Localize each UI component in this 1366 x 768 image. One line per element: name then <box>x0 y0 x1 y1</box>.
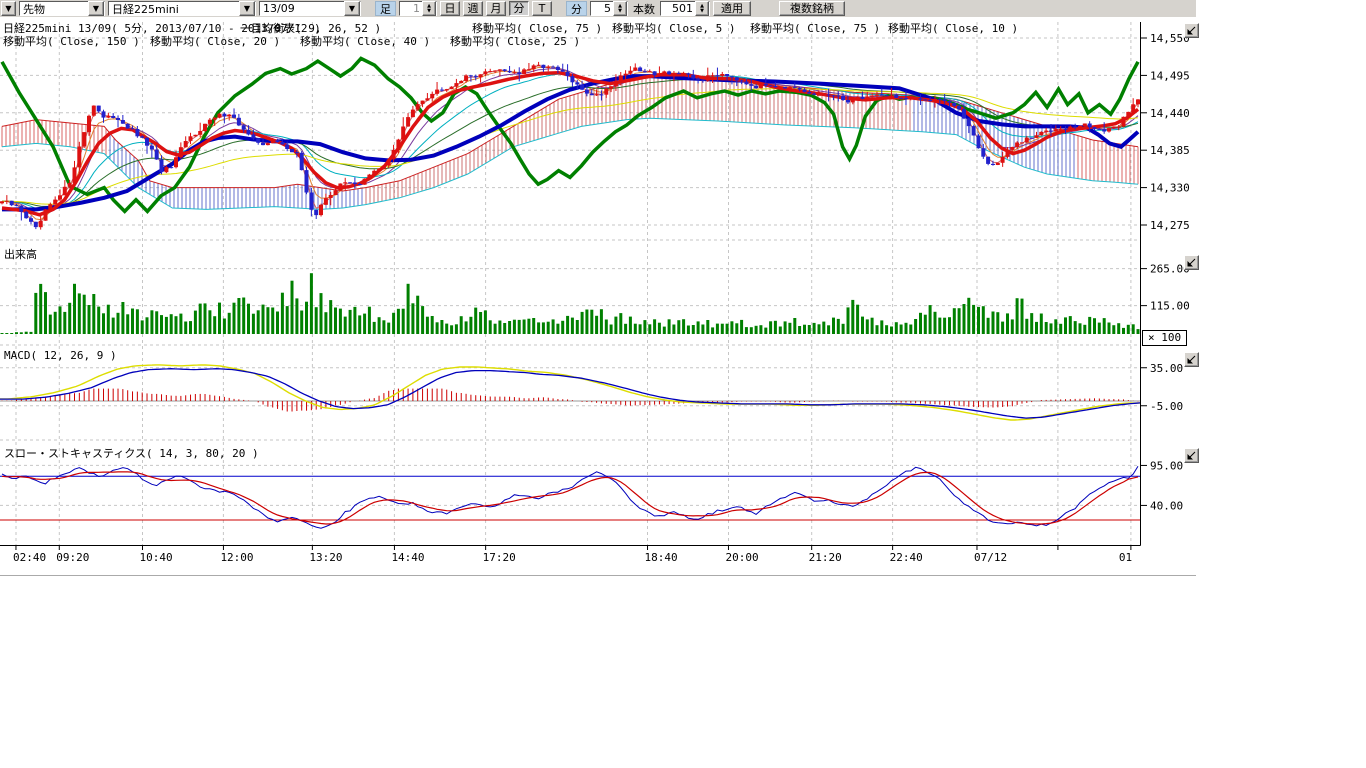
legend-ma40: 移動平均( Close, 40 ) <box>300 33 430 49</box>
svg-text:22:40: 22:40 <box>890 551 923 564</box>
svg-text:12:00: 12:00 <box>220 551 253 564</box>
volume-pane-menu-button[interactable] <box>1184 255 1199 270</box>
svg-text:18:40: 18:40 <box>645 551 678 564</box>
macd-histogram <box>2 389 1138 412</box>
svg-text:20:00: 20:00 <box>725 551 758 564</box>
svg-text:13:20: 13:20 <box>309 551 342 564</box>
macd-pane-title: MACD( 12, 26, 9 ) <box>4 349 117 362</box>
svg-text:14:40: 14:40 <box>391 551 424 564</box>
diagonal-arrow-icon <box>1187 26 1196 35</box>
svg-text:09:20: 09:20 <box>56 551 89 564</box>
svg-text:07/12: 07/12 <box>974 551 1007 564</box>
stochastics-pane-title: スロー・ストキャスティクス( 14, 3, 80, 20 ) <box>4 445 259 461</box>
svg-text:21:20: 21:20 <box>809 551 842 564</box>
svg-text:95.00: 95.00 <box>1150 459 1183 472</box>
svg-text:14,385: 14,385 <box>1150 144 1190 157</box>
svg-text:14,330: 14,330 <box>1150 182 1190 195</box>
legend-ma20: 移動平均( Close, 20 ) <box>150 33 280 49</box>
macd-pane-menu-button[interactable] <box>1184 352 1199 367</box>
price-pane-menu-button[interactable] <box>1184 23 1199 38</box>
svg-text:17:20: 17:20 <box>483 551 516 564</box>
legend-ma25: 移動平均( Close, 25 ) <box>450 33 580 49</box>
thick-ma-lines <box>2 58 1138 214</box>
svg-text:14,495: 14,495 <box>1150 69 1190 82</box>
legend-ma75-b: 移動平均( Close, 75 ) <box>750 20 880 36</box>
stoch-d-line <box>2 472 1138 524</box>
svg-text:40.00: 40.00 <box>1150 499 1183 512</box>
legend-ma10: 移動平均( Close, 10 ) <box>888 20 1018 36</box>
svg-text:115.00: 115.00 <box>1150 300 1190 313</box>
ma-green <box>2 58 1138 211</box>
volume-pane-title: 出来高 <box>4 246 37 262</box>
ma-red <box>2 73 1138 215</box>
chart-canvas[interactable]: 14,55014,49514,44014,38514,33014,275265.… <box>0 0 1240 600</box>
svg-text:14,440: 14,440 <box>1150 107 1190 120</box>
svg-text:35.00: 35.00 <box>1150 362 1183 375</box>
diagonal-arrow-icon <box>1187 451 1196 460</box>
macd-lines <box>0 365 1140 420</box>
volume-multiplier-badge: × 100 <box>1142 330 1187 346</box>
legend-ma150: 移動平均( Close, 150 ) <box>3 33 140 49</box>
svg-text:-5.00: -5.00 <box>1150 400 1183 413</box>
svg-text:01: 01 <box>1119 551 1132 564</box>
svg-text:14,275: 14,275 <box>1150 219 1190 232</box>
macd-signal-line <box>0 365 1140 420</box>
svg-text:02:40: 02:40 <box>13 551 46 564</box>
diagonal-arrow-icon <box>1187 258 1196 267</box>
chart-area[interactable]: 14,55014,49514,44014,38514,33014,275265.… <box>0 0 1366 768</box>
diagonal-arrow-icon <box>1187 355 1196 364</box>
svg-text:10:40: 10:40 <box>140 551 173 564</box>
stochastics-lines <box>2 466 1138 528</box>
stochastics-pane-menu-button[interactable] <box>1184 448 1199 463</box>
legend-ma5: 移動平均( Close, 5 ) <box>612 20 735 36</box>
volume-bars <box>1 273 1140 334</box>
